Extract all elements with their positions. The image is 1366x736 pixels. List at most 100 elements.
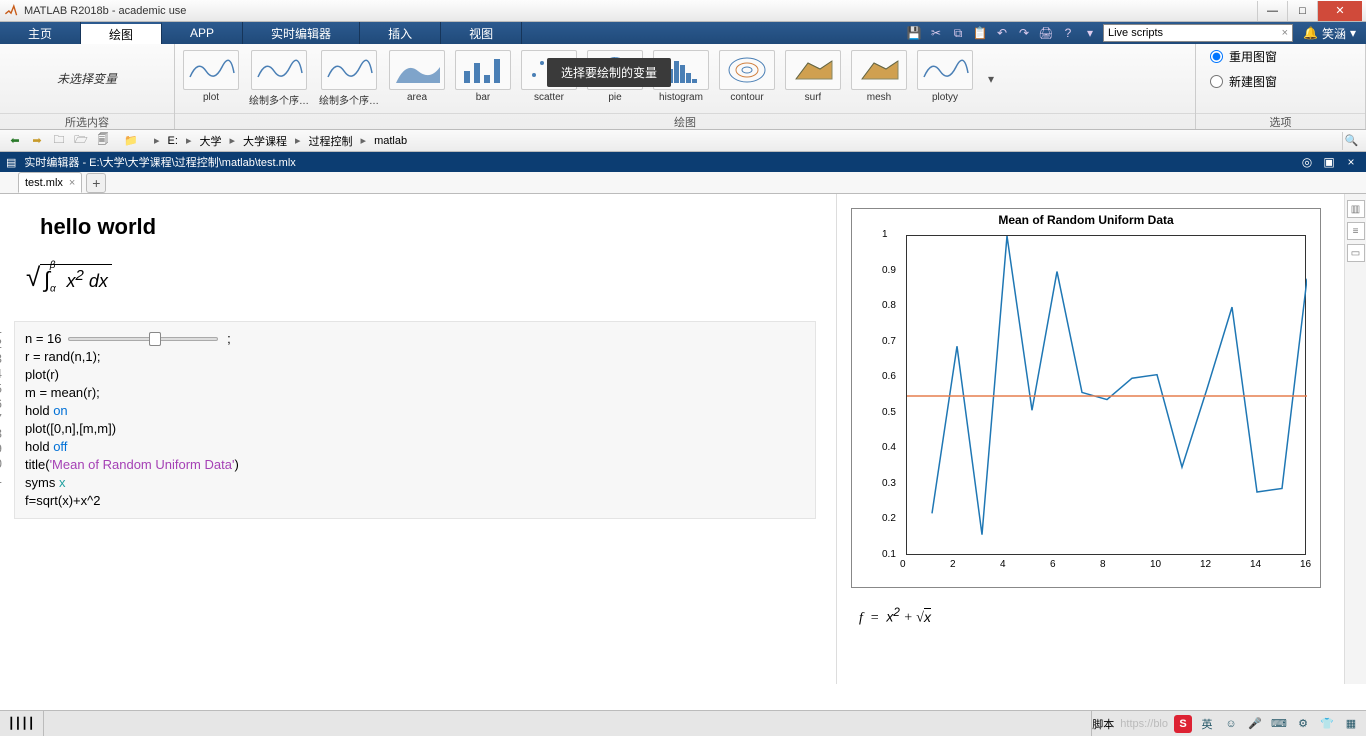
plot-thumb-7[interactable]: histogram — [653, 50, 709, 103]
toolstrip: 未选择变量 所选内容 plot绘制多个序…绘制多个序…areabarscatte… — [0, 44, 1366, 130]
tab-plots[interactable]: 绘图 — [81, 22, 162, 44]
code-pane[interactable]: hello world ∫αβ x2 dx √ 1234567891011 n … — [0, 194, 836, 684]
plot-thumb-4[interactable]: bar — [455, 50, 511, 103]
code-l6b: on — [53, 403, 67, 418]
tab-home[interactable]: 主页 — [0, 22, 81, 44]
redo-icon[interactable]: ↷ — [1015, 24, 1033, 42]
plot-thumb-3[interactable]: area — [389, 50, 445, 103]
dock-layout-icon[interactable]: ▣ — [1320, 153, 1338, 171]
plot-thumb-5[interactable]: scatter — [521, 50, 577, 103]
cut-icon[interactable]: ✂ — [927, 24, 945, 42]
dock-close-icon[interactable]: × — [1342, 153, 1360, 171]
heading[interactable]: hello world — [40, 214, 816, 240]
plot-thumb-0[interactable]: plot — [183, 50, 239, 103]
user-menu[interactable]: 🔔 笑涵 ▾ — [1297, 25, 1362, 42]
plot-thumb-9[interactable]: surf — [785, 50, 841, 103]
symbolic-output: f = x2 + √x — [851, 606, 1340, 627]
output-figure[interactable]: Mean of Random Uniform Data 024681012141… — [851, 208, 1321, 588]
nav-browse-icon[interactable]: 🗁 — [72, 132, 90, 150]
plot-thumb-2[interactable]: 绘制多个序… — [319, 50, 379, 107]
new-figure-radio[interactable]: 新建图窗 — [1210, 73, 1277, 90]
crumb-2[interactable]: 大学课程 — [241, 133, 289, 149]
code-block[interactable]: n = 16 ; r = rand(n,1); plot(r) m = mean… — [14, 321, 816, 519]
new-file-tab-button[interactable]: + — [86, 173, 106, 193]
tab-view[interactable]: 视图 — [441, 22, 522, 44]
copy-icon[interactable]: ⧉ — [949, 24, 967, 42]
ime-lang[interactable]: 英 — [1198, 715, 1216, 733]
status-message — [44, 711, 1093, 736]
code-l2: r = rand(n,1); — [25, 348, 805, 366]
print-icon[interactable]: 🖨 — [1037, 24, 1055, 42]
bell-icon: 🔔 — [1303, 26, 1318, 40]
code-l6a: hold — [25, 403, 53, 418]
doc-search-clear-icon[interactable]: × — [1282, 27, 1288, 39]
view-output-right-icon[interactable]: ▥ — [1347, 200, 1365, 218]
plot-thumb-1[interactable]: 绘制多个序… — [249, 50, 309, 107]
minimize-button[interactable]: — — [1257, 1, 1287, 21]
close-button[interactable]: ✕ — [1317, 1, 1362, 21]
crumb-3[interactable]: 过程控制 — [307, 133, 355, 149]
dock-target-icon[interactable]: ◎ — [1298, 153, 1316, 171]
view-output-hide-icon[interactable]: ▭ — [1347, 244, 1365, 262]
code-l9a: title( — [25, 457, 50, 472]
status-grid-icon[interactable]: ▦ — [1342, 715, 1360, 733]
reuse-figure-label: 重用图窗 — [1229, 48, 1277, 65]
plots-gallery-group: plot绘制多个序…绘制多个序…areabarscatterpiehistogr… — [175, 44, 1196, 129]
output-pane: Mean of Random Uniform Data 024681012141… — [836, 194, 1366, 684]
plot-thumb-6[interactable]: pie — [587, 50, 643, 103]
nav-up-icon[interactable]: 🗀 — [50, 132, 68, 150]
code-l1a: n = — [25, 331, 47, 346]
tab-live-editor[interactable]: 实时编辑器 — [243, 22, 360, 44]
equation-display[interactable]: ∫αβ x2 dx √ — [40, 264, 816, 297]
status-shirt-icon[interactable]: 👕 — [1318, 715, 1336, 733]
status-keyboard-icon[interactable]: ⌨ — [1270, 715, 1288, 733]
status-mic-icon[interactable]: 🎤 — [1246, 715, 1264, 733]
save-icon[interactable]: 💾 — [905, 24, 923, 42]
code-l3: plot(r) — [25, 366, 805, 384]
view-output-inline-icon[interactable]: ≡ — [1347, 222, 1365, 240]
live-editor-path: 实时编辑器 - E:\大学\大学课程\过程控制\matlab\test.mlx — [24, 154, 295, 170]
status-smiley-icon[interactable]: ☺ — [1222, 715, 1240, 733]
crumb-1[interactable]: 大学 — [197, 133, 223, 149]
code-l8a: hold — [25, 439, 53, 454]
tab-apps[interactable]: APP — [162, 22, 243, 44]
no-variable-selected-label: 未选择变量 — [0, 44, 174, 113]
maximize-button[interactable]: □ — [1287, 1, 1317, 21]
nav-back-button[interactable]: ⬅ — [6, 132, 24, 150]
crumb-4[interactable]: matlab — [372, 135, 409, 147]
nav-recent-icon[interactable]: 🗐 — [94, 132, 112, 150]
plot-thumb-8[interactable]: contour — [719, 50, 775, 103]
editor-body: hello world ∫αβ x2 dx √ 1234567891011 n … — [0, 194, 1366, 684]
nav-forward-button[interactable]: ➡ — [28, 132, 46, 150]
document-icon: ▤ — [6, 156, 16, 169]
live-editor-titlebar: ▤ 实时编辑器 - E:\大学\大学课程\过程控制\matlab\test.ml… — [0, 152, 1366, 172]
plot-title: Mean of Random Uniform Data — [852, 213, 1320, 227]
code-l8b: off — [53, 439, 67, 454]
output-view-buttons: ▥ ≡ ▭ — [1344, 194, 1366, 684]
reuse-figure-radio[interactable]: 重用图窗 — [1210, 48, 1277, 65]
crumb-drive[interactable]: E: — [166, 135, 180, 147]
help-icon[interactable]: ? — [1059, 24, 1077, 42]
address-search-icon[interactable]: 🔍 — [1342, 132, 1360, 150]
user-name: 笑涵 — [1322, 25, 1346, 42]
code-l7: plot([0,n],[m,m]) — [25, 420, 805, 438]
plot-thumb-11[interactable]: plotyy — [917, 50, 973, 103]
doc-search-box[interactable]: Live scripts × — [1103, 24, 1293, 42]
dropdown-icon[interactable]: ▾ — [1081, 24, 1099, 42]
tab-insert[interactable]: 插入 — [360, 22, 441, 44]
plot-thumb-10[interactable]: mesh — [851, 50, 907, 103]
n-slider[interactable] — [68, 337, 218, 341]
gallery-expand-button[interactable]: ▾ — [983, 72, 999, 86]
paste-icon[interactable]: 📋 — [971, 24, 989, 42]
selection-group: 未选择变量 所选内容 — [0, 44, 175, 129]
status-gear-icon[interactable]: ⚙ — [1294, 715, 1312, 733]
file-tab-close-icon[interactable]: × — [69, 177, 75, 189]
undo-icon[interactable]: ↶ — [993, 24, 1011, 42]
ime-icon[interactable]: S — [1174, 715, 1192, 733]
file-tab-test[interactable]: test.mlx × — [18, 172, 82, 193]
matlab-logo-icon — [4, 4, 18, 18]
status-bar: ┃┃┃┃ 脚本 https://blo S 英 ☺ 🎤 ⌨ ⚙ 👕 ▦ — [0, 710, 1366, 736]
folder-icon[interactable]: 📁 — [122, 132, 140, 150]
doc-search-text: Live scripts — [1108, 27, 1163, 39]
file-tab-bar: test.mlx × + — [0, 172, 1366, 194]
